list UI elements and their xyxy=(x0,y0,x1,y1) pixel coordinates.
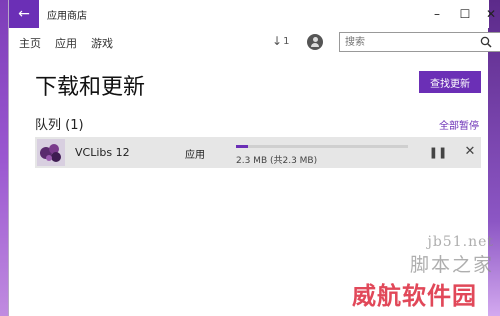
nav-item-home[interactable]: 主页 xyxy=(19,35,41,51)
maximize-icon: ☐ xyxy=(459,7,471,21)
window-title: 应用商店 xyxy=(47,11,87,22)
watermark-jb51: jb51.net 脚本之家 xyxy=(410,234,494,277)
nav-item-games[interactable]: 游戏 xyxy=(91,35,113,51)
cancel-button[interactable]: ✕ xyxy=(463,143,477,159)
queue-heading: 队列 (1) xyxy=(35,118,84,133)
download-arrow-icon: ↓ xyxy=(272,34,283,48)
page-title: 下载和更新 xyxy=(35,75,146,100)
title-bar: ← 应用商店 – ☐ ✕ xyxy=(9,0,496,28)
download-indicator[interactable]: ↓ 1 xyxy=(272,34,289,48)
app-name: VCLibs 12 xyxy=(75,146,130,159)
close-icon: ✕ xyxy=(485,7,497,21)
back-arrow-icon: ← xyxy=(18,6,30,22)
back-button[interactable]: ← xyxy=(9,0,39,28)
avatar-body-icon xyxy=(311,43,319,47)
app-type: 应用 xyxy=(185,150,205,161)
progress-bar xyxy=(236,145,408,148)
watermark-bottom: 威航软件园 xyxy=(352,282,477,310)
pause-all-link[interactable]: 全部暂停 xyxy=(439,117,479,132)
watermark-brand: 脚本之家 xyxy=(409,254,494,276)
pause-icon: ❚❚ xyxy=(428,145,448,159)
user-avatar[interactable] xyxy=(307,34,323,50)
cancel-icon: ✕ xyxy=(464,143,476,159)
download-row[interactable]: VCLibs 12 应用 2.3 MB (共2.3 MB) ❚❚ ✕ xyxy=(35,137,481,168)
app-thumbnail xyxy=(37,139,65,166)
nav-item-apps[interactable]: 应用 xyxy=(55,35,77,51)
search-input[interactable] xyxy=(345,35,475,49)
pause-button[interactable]: ❚❚ xyxy=(428,145,448,159)
minimize-button[interactable]: – xyxy=(427,4,447,24)
search-icon[interactable] xyxy=(480,36,492,48)
close-button[interactable]: ✕ xyxy=(481,4,500,24)
watermark-site: jb51.net xyxy=(427,234,494,250)
download-count: 1 xyxy=(283,35,290,47)
minimize-icon: – xyxy=(434,7,440,21)
download-size: 2.3 MB (共2.3 MB) xyxy=(236,156,318,166)
check-updates-button[interactable]: 查找更新 xyxy=(419,71,481,93)
progress-fill xyxy=(236,145,249,148)
search-box xyxy=(339,32,500,52)
avatar-head-icon xyxy=(312,37,318,42)
nav-bar: 主页 应用 游戏 ↓ 1 xyxy=(9,30,500,56)
maximize-button[interactable]: ☐ xyxy=(455,4,475,24)
app-thumbnail-image xyxy=(37,139,65,166)
